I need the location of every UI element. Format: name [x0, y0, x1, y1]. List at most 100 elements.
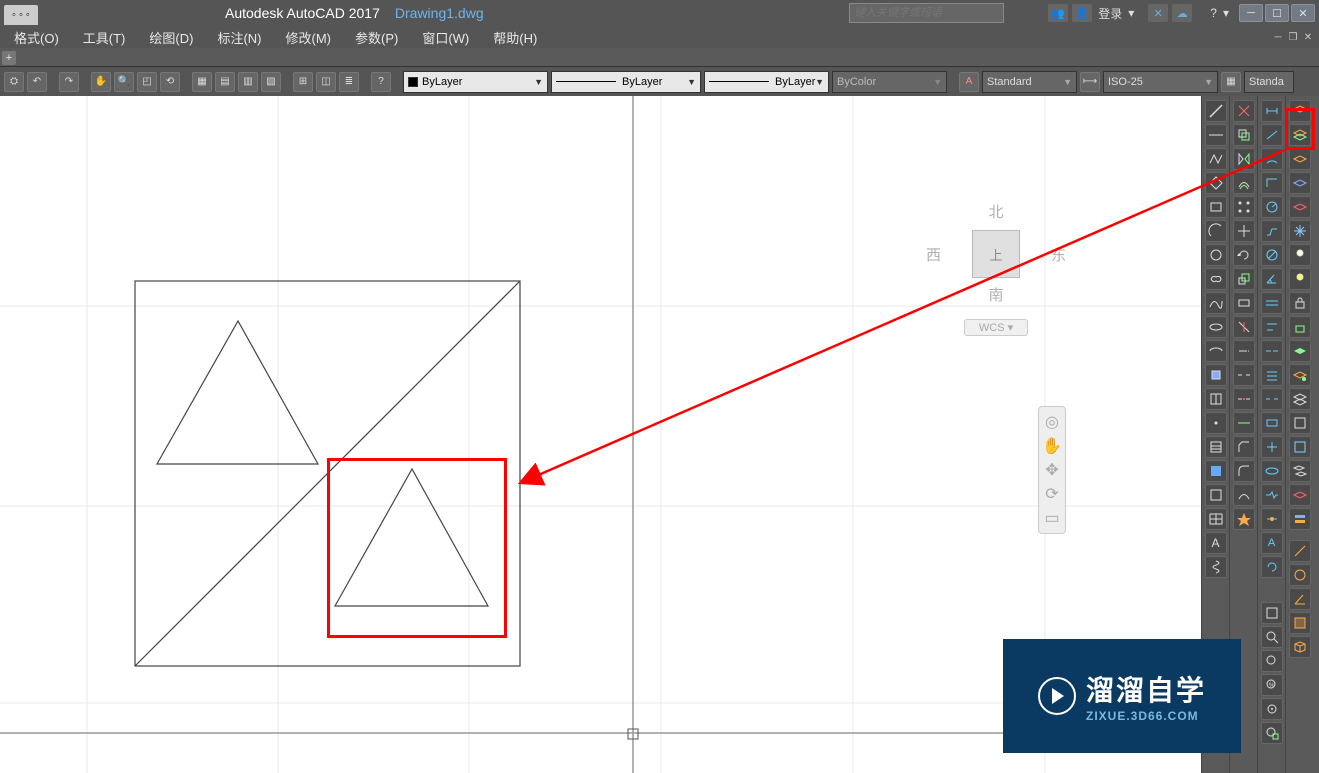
layer-manager-icon[interactable]: [1289, 100, 1311, 122]
viewcube-top-face[interactable]: 上: [972, 230, 1020, 278]
viewcube-north[interactable]: 北: [926, 201, 1066, 222]
zoom-window-icon[interactable]: ◰: [137, 72, 157, 92]
zoom-previous-icon[interactable]: ⟲: [160, 72, 180, 92]
steering-wheel-icon[interactable]: ◎: [1041, 411, 1063, 433]
close-button[interactable]: ✕: [1291, 4, 1315, 22]
ellipse-arc-icon[interactable]: [1205, 340, 1227, 362]
minimize-button[interactable]: ─: [1239, 4, 1263, 22]
layer-states-icon[interactable]: ▤: [215, 72, 235, 92]
help-dropdown-icon[interactable]: ▾: [1223, 6, 1229, 20]
radius-dim-icon[interactable]: [1261, 196, 1283, 218]
tablestyle-dropdown[interactable]: Standa: [1244, 71, 1294, 93]
layer-lock-icon[interactable]: [1289, 292, 1311, 314]
layer-previous-icon[interactable]: [1289, 148, 1311, 170]
match-icon[interactable]: ◫: [316, 72, 336, 92]
sign-in-icon[interactable]: 👤: [1072, 4, 1092, 22]
dim-edit-icon[interactable]: [1261, 508, 1283, 530]
polyline-tool-icon[interactable]: [1205, 148, 1227, 170]
viewcube-wcs[interactable]: WCS ▾: [964, 319, 1028, 336]
layer-dropdown[interactable]: ByLayer ▼: [403, 71, 548, 93]
layer-merge-icon[interactable]: [1289, 460, 1311, 482]
measure-volume-icon[interactable]: [1289, 636, 1311, 658]
doc-close-button[interactable]: ✕: [1301, 30, 1315, 44]
mirror-tool-icon[interactable]: [1233, 148, 1255, 170]
layer-unlock-icon[interactable]: [1289, 316, 1311, 338]
layer-freeze2-icon[interactable]: [1289, 220, 1311, 242]
ordinate-dim-icon[interactable]: [1261, 172, 1283, 194]
viewcube-east[interactable]: 东: [1051, 244, 1066, 265]
construction-line-icon[interactable]: [1205, 124, 1227, 146]
center-mark-icon[interactable]: [1261, 436, 1283, 458]
navigation-bar[interactable]: ◎ ✋ ✥ ⟳ ▭: [1038, 406, 1066, 534]
view-cube[interactable]: 北 西 上 东 南 WCS ▾: [926, 201, 1066, 391]
offset-tool-icon[interactable]: [1233, 172, 1255, 194]
trim-tool-icon[interactable]: [1233, 316, 1255, 338]
break-tool-icon[interactable]: [1233, 388, 1255, 410]
viewcube-south[interactable]: 南: [926, 284, 1066, 305]
make-block-icon[interactable]: [1205, 388, 1227, 410]
zoom-window2-icon[interactable]: [1261, 626, 1283, 648]
redo-icon[interactable]: ↷: [59, 72, 79, 92]
explode-tool-icon[interactable]: [1233, 508, 1255, 530]
linetype-dropdown[interactable]: ByLayer ▼: [551, 71, 701, 93]
layer-mcur-icon[interactable]: [1289, 364, 1311, 386]
plotstyle-dropdown[interactable]: ByColor ▼: [832, 71, 947, 93]
ellipse-tool-icon[interactable]: [1205, 316, 1227, 338]
menu-draw[interactable]: 绘图(D): [149, 28, 193, 47]
dim-space-icon[interactable]: [1261, 364, 1283, 386]
layer-isolate-icon[interactable]: [1289, 172, 1311, 194]
nav-showmotion-icon[interactable]: ▭: [1041, 507, 1063, 529]
gradient-tool-icon[interactable]: [1205, 460, 1227, 482]
nav-orbit-icon[interactable]: ⟳: [1041, 483, 1063, 505]
move-tool-icon[interactable]: [1233, 220, 1255, 242]
doc-restore-button[interactable]: ❐: [1286, 30, 1300, 44]
layer-current-icon[interactable]: [1289, 340, 1311, 362]
linear-dim-icon[interactable]: [1261, 100, 1283, 122]
textstyle-dropdown[interactable]: Standard ▼: [982, 71, 1077, 93]
join-tool-icon[interactable]: [1233, 412, 1255, 434]
angular-dim-icon[interactable]: [1261, 268, 1283, 290]
pan-icon[interactable]: ✋: [91, 72, 111, 92]
dimstyle-icon[interactable]: ⟼: [1080, 72, 1100, 92]
spline-tool-icon[interactable]: [1205, 292, 1227, 314]
menu-modify[interactable]: 修改(M): [285, 28, 331, 47]
point-tool-icon[interactable]: [1205, 412, 1227, 434]
rotate-tool-icon[interactable]: [1233, 244, 1255, 266]
chamfer-tool-icon[interactable]: [1233, 436, 1255, 458]
polygon-tool-icon[interactable]: [1205, 172, 1227, 194]
tool-palettes-icon[interactable]: ≣: [339, 72, 359, 92]
a360-icon[interactable]: ☁: [1172, 4, 1192, 22]
inspection-icon[interactable]: [1261, 460, 1283, 482]
layer-on-icon[interactable]: [1289, 268, 1311, 290]
menu-format[interactable]: 格式(O): [14, 28, 59, 47]
layer-unisolate-icon[interactable]: [1289, 196, 1311, 218]
zoom-realtime-icon[interactable]: 🔍: [114, 72, 134, 92]
hatch-tool-icon[interactable]: [1205, 436, 1227, 458]
tablestyle-icon[interactable]: ▦: [1221, 72, 1241, 92]
maximize-button[interactable]: ☐: [1265, 4, 1289, 22]
menu-help[interactable]: 帮助(H): [493, 28, 537, 47]
aligned-dim-icon[interactable]: [1261, 124, 1283, 146]
dimstyle-dropdown[interactable]: ISO-25 ▼: [1103, 71, 1218, 93]
login-label[interactable]: 登录: [1098, 5, 1122, 22]
insert-block-icon[interactable]: [1205, 364, 1227, 386]
jogged-linear-icon[interactable]: [1261, 484, 1283, 506]
region-tool-icon[interactable]: [1205, 484, 1227, 506]
dim-tedit-icon[interactable]: A: [1261, 532, 1283, 554]
zoom-center-icon[interactable]: [1261, 698, 1283, 720]
measure-area-icon[interactable]: [1289, 612, 1311, 634]
layer-walk-icon[interactable]: [1289, 412, 1311, 434]
zoom-extents-icon[interactable]: [1261, 602, 1283, 624]
layer-state-icon[interactable]: [1289, 508, 1311, 530]
exchange-icon[interactable]: ✕: [1148, 4, 1168, 22]
rectangle-tool-icon[interactable]: [1205, 196, 1227, 218]
login-dropdown-icon[interactable]: ▾: [1128, 6, 1134, 20]
new-tab-button[interactable]: +: [2, 51, 16, 65]
layer-vpfrz-icon[interactable]: [1289, 436, 1311, 458]
baseline-dim-icon[interactable]: [1261, 316, 1283, 338]
layer-match-icon[interactable]: [1289, 124, 1311, 146]
revcloud-tool-icon[interactable]: [1205, 268, 1227, 290]
mtext-tool-icon[interactable]: A: [1205, 532, 1227, 554]
dim-break-icon[interactable]: [1261, 388, 1283, 410]
arc-length-dim-icon[interactable]: [1261, 148, 1283, 170]
